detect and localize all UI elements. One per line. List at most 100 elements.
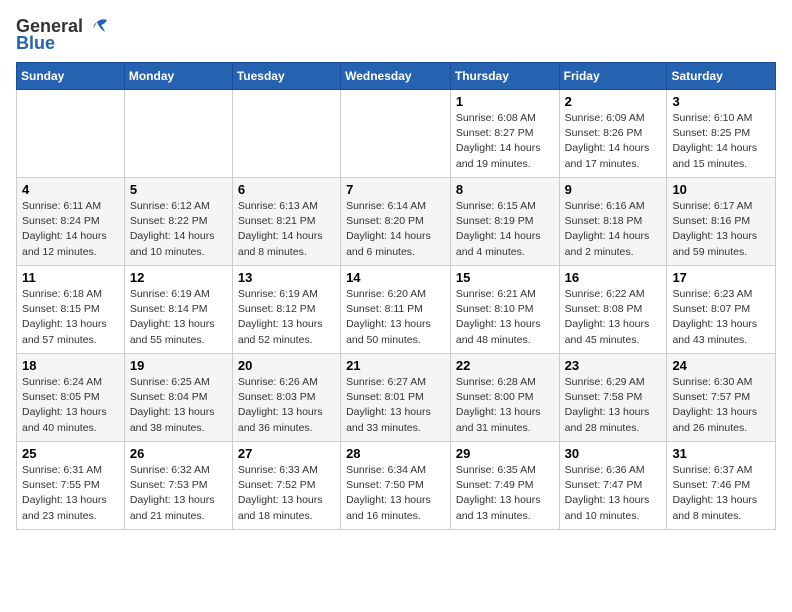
day-number: 5 (130, 182, 227, 197)
calendar-cell: 17 Sunrise: 6:23 AM Sunset: 8:07 PM Dayli… (667, 266, 776, 354)
calendar-cell: 5 Sunrise: 6:12 AM Sunset: 8:22 PM Daylig… (124, 178, 232, 266)
day-number: 11 (22, 270, 119, 285)
day-info: Sunrise: 6:35 AM Sunset: 7:49 PM Dayligh… (456, 463, 554, 524)
day-info: Sunrise: 6:18 AM Sunset: 8:15 PM Dayligh… (22, 287, 119, 348)
day-number: 3 (672, 94, 770, 109)
day-number: 28 (346, 446, 445, 461)
day-number: 14 (346, 270, 445, 285)
calendar-week-row: 25Sunrise: 6:31 AM Sunset: 7:55 PM Dayli… (17, 442, 776, 530)
day-info: Sunrise: 6:26 AM Sunset: 8:03 PM Dayligh… (238, 375, 335, 436)
calendar-week-row: 18 Sunrise: 6:24 AM Sunset: 8:05 PM Dayli… (17, 354, 776, 442)
logo-blue: Blue (16, 33, 55, 54)
day-info: Sunrise: 6:09 AM Sunset: 8:26 PM Dayligh… (565, 111, 662, 172)
day-info: Sunrise: 6:13 AM Sunset: 8:21 PM Dayligh… (238, 199, 335, 260)
day-info: Sunrise: 6:25 AM Sunset: 8:04 PM Dayligh… (130, 375, 227, 436)
calendar-cell: 19 Sunrise: 6:25 AM Sunset: 8:04 PM Dayli… (124, 354, 232, 442)
calendar-cell: 9 Sunrise: 6:16 AM Sunset: 8:18 PM Daylig… (559, 178, 667, 266)
calendar-cell: 16 Sunrise: 6:22 AM Sunset: 8:08 PM Dayli… (559, 266, 667, 354)
day-info: Sunrise: 6:29 AM Sunset: 7:58 PM Dayligh… (565, 375, 662, 436)
day-number: 18 (22, 358, 119, 373)
calendar-week-row: 4Sunrise: 6:11 AM Sunset: 8:24 PM Daylig… (17, 178, 776, 266)
calendar-cell: 21 Sunrise: 6:27 AM Sunset: 8:01 PM Dayli… (341, 354, 451, 442)
day-info: Sunrise: 6:15 AM Sunset: 8:19 PM Dayligh… (456, 199, 554, 260)
day-number: 10 (672, 182, 770, 197)
calendar-cell: 1 Sunrise: 6:08 AM Sunset: 8:27 PM Daylig… (450, 90, 559, 178)
day-info: Sunrise: 6:24 AM Sunset: 8:05 PM Dayligh… (22, 375, 119, 436)
day-number: 22 (456, 358, 554, 373)
logo: General Blue (16, 16, 109, 54)
calendar-cell (341, 90, 451, 178)
calendar-cell (17, 90, 125, 178)
day-number: 17 (672, 270, 770, 285)
calendar-cell: 27 Sunrise: 6:33 AM Sunset: 7:52 PM Dayli… (232, 442, 340, 530)
calendar-cell: 8 Sunrise: 6:15 AM Sunset: 8:19 PM Daylig… (450, 178, 559, 266)
day-number: 9 (565, 182, 662, 197)
day-number: 7 (346, 182, 445, 197)
day-info: Sunrise: 6:23 AM Sunset: 8:07 PM Dayligh… (672, 287, 770, 348)
calendar-cell: 10Sunrise: 6:17 AM Sunset: 8:16 PM Dayli… (667, 178, 776, 266)
day-info: Sunrise: 6:22 AM Sunset: 8:08 PM Dayligh… (565, 287, 662, 348)
calendar-cell: 20 Sunrise: 6:26 AM Sunset: 8:03 PM Dayli… (232, 354, 340, 442)
col-header-sunday: Sunday (17, 63, 125, 90)
col-header-monday: Monday (124, 63, 232, 90)
day-number: 19 (130, 358, 227, 373)
day-info: Sunrise: 6:27 AM Sunset: 8:01 PM Dayligh… (346, 375, 445, 436)
calendar-header-row: SundayMondayTuesdayWednesdayThursdayFrid… (17, 63, 776, 90)
calendar-cell: 22 Sunrise: 6:28 AM Sunset: 8:00 PM Dayli… (450, 354, 559, 442)
day-number: 13 (238, 270, 335, 285)
day-info: Sunrise: 6:36 AM Sunset: 7:47 PM Dayligh… (565, 463, 662, 524)
day-info: Sunrise: 6:10 AM Sunset: 8:25 PM Dayligh… (672, 111, 770, 172)
day-number: 29 (456, 446, 554, 461)
day-number: 26 (130, 446, 227, 461)
day-number: 2 (565, 94, 662, 109)
calendar-cell: 30Sunrise: 6:36 AM Sunset: 7:47 PM Dayli… (559, 442, 667, 530)
day-number: 8 (456, 182, 554, 197)
calendar-cell (124, 90, 232, 178)
day-info: Sunrise: 6:19 AM Sunset: 8:12 PM Dayligh… (238, 287, 335, 348)
logo-bird-icon (87, 18, 109, 36)
header: General Blue (16, 16, 776, 54)
calendar-cell: 25Sunrise: 6:31 AM Sunset: 7:55 PM Dayli… (17, 442, 125, 530)
calendar-cell: 13 Sunrise: 6:19 AM Sunset: 8:12 PM Dayli… (232, 266, 340, 354)
calendar-cell: 15Sunrise: 6:21 AM Sunset: 8:10 PM Dayli… (450, 266, 559, 354)
day-info: Sunrise: 6:37 AM Sunset: 7:46 PM Dayligh… (672, 463, 770, 524)
day-info: Sunrise: 6:08 AM Sunset: 8:27 PM Dayligh… (456, 111, 554, 172)
col-header-saturday: Saturday (667, 63, 776, 90)
calendar-cell: 6Sunrise: 6:13 AM Sunset: 8:21 PM Daylig… (232, 178, 340, 266)
day-number: 20 (238, 358, 335, 373)
day-number: 1 (456, 94, 554, 109)
calendar-week-row: 11 Sunrise: 6:18 AM Sunset: 8:15 PM Dayli… (17, 266, 776, 354)
day-number: 21 (346, 358, 445, 373)
calendar-cell: 12Sunrise: 6:19 AM Sunset: 8:14 PM Dayli… (124, 266, 232, 354)
calendar-cell: 7Sunrise: 6:14 AM Sunset: 8:20 PM Daylig… (341, 178, 451, 266)
calendar-cell: 24Sunrise: 6:30 AM Sunset: 7:57 PM Dayli… (667, 354, 776, 442)
day-number: 27 (238, 446, 335, 461)
calendar-cell: 29 Sunrise: 6:35 AM Sunset: 7:49 PM Dayli… (450, 442, 559, 530)
calendar-cell: 18 Sunrise: 6:24 AM Sunset: 8:05 PM Dayli… (17, 354, 125, 442)
day-info: Sunrise: 6:30 AM Sunset: 7:57 PM Dayligh… (672, 375, 770, 436)
col-header-friday: Friday (559, 63, 667, 90)
day-number: 31 (672, 446, 770, 461)
calendar-cell: 4Sunrise: 6:11 AM Sunset: 8:24 PM Daylig… (17, 178, 125, 266)
day-info: Sunrise: 6:31 AM Sunset: 7:55 PM Dayligh… (22, 463, 119, 524)
calendar-cell (232, 90, 340, 178)
day-number: 16 (565, 270, 662, 285)
day-info: Sunrise: 6:21 AM Sunset: 8:10 PM Dayligh… (456, 287, 554, 348)
day-info: Sunrise: 6:16 AM Sunset: 8:18 PM Dayligh… (565, 199, 662, 260)
calendar-cell: 11 Sunrise: 6:18 AM Sunset: 8:15 PM Dayli… (17, 266, 125, 354)
col-header-wednesday: Wednesday (341, 63, 451, 90)
calendar-cell: 2 Sunrise: 6:09 AM Sunset: 8:26 PM Daylig… (559, 90, 667, 178)
calendar-week-row: 1 Sunrise: 6:08 AM Sunset: 8:27 PM Daylig… (17, 90, 776, 178)
calendar-cell: 14 Sunrise: 6:20 AM Sunset: 8:11 PM Dayli… (341, 266, 451, 354)
day-info: Sunrise: 6:12 AM Sunset: 8:22 PM Dayligh… (130, 199, 227, 260)
day-info: Sunrise: 6:33 AM Sunset: 7:52 PM Dayligh… (238, 463, 335, 524)
calendar-cell: 23Sunrise: 6:29 AM Sunset: 7:58 PM Dayli… (559, 354, 667, 442)
col-header-tuesday: Tuesday (232, 63, 340, 90)
calendar-cell: 26Sunrise: 6:32 AM Sunset: 7:53 PM Dayli… (124, 442, 232, 530)
day-info: Sunrise: 6:34 AM Sunset: 7:50 PM Dayligh… (346, 463, 445, 524)
calendar-cell: 28 Sunrise: 6:34 AM Sunset: 7:50 PM Dayli… (341, 442, 451, 530)
calendar-cell: 3 Sunrise: 6:10 AM Sunset: 8:25 PM Daylig… (667, 90, 776, 178)
day-number: 4 (22, 182, 119, 197)
day-info: Sunrise: 6:28 AM Sunset: 8:00 PM Dayligh… (456, 375, 554, 436)
day-info: Sunrise: 6:20 AM Sunset: 8:11 PM Dayligh… (346, 287, 445, 348)
